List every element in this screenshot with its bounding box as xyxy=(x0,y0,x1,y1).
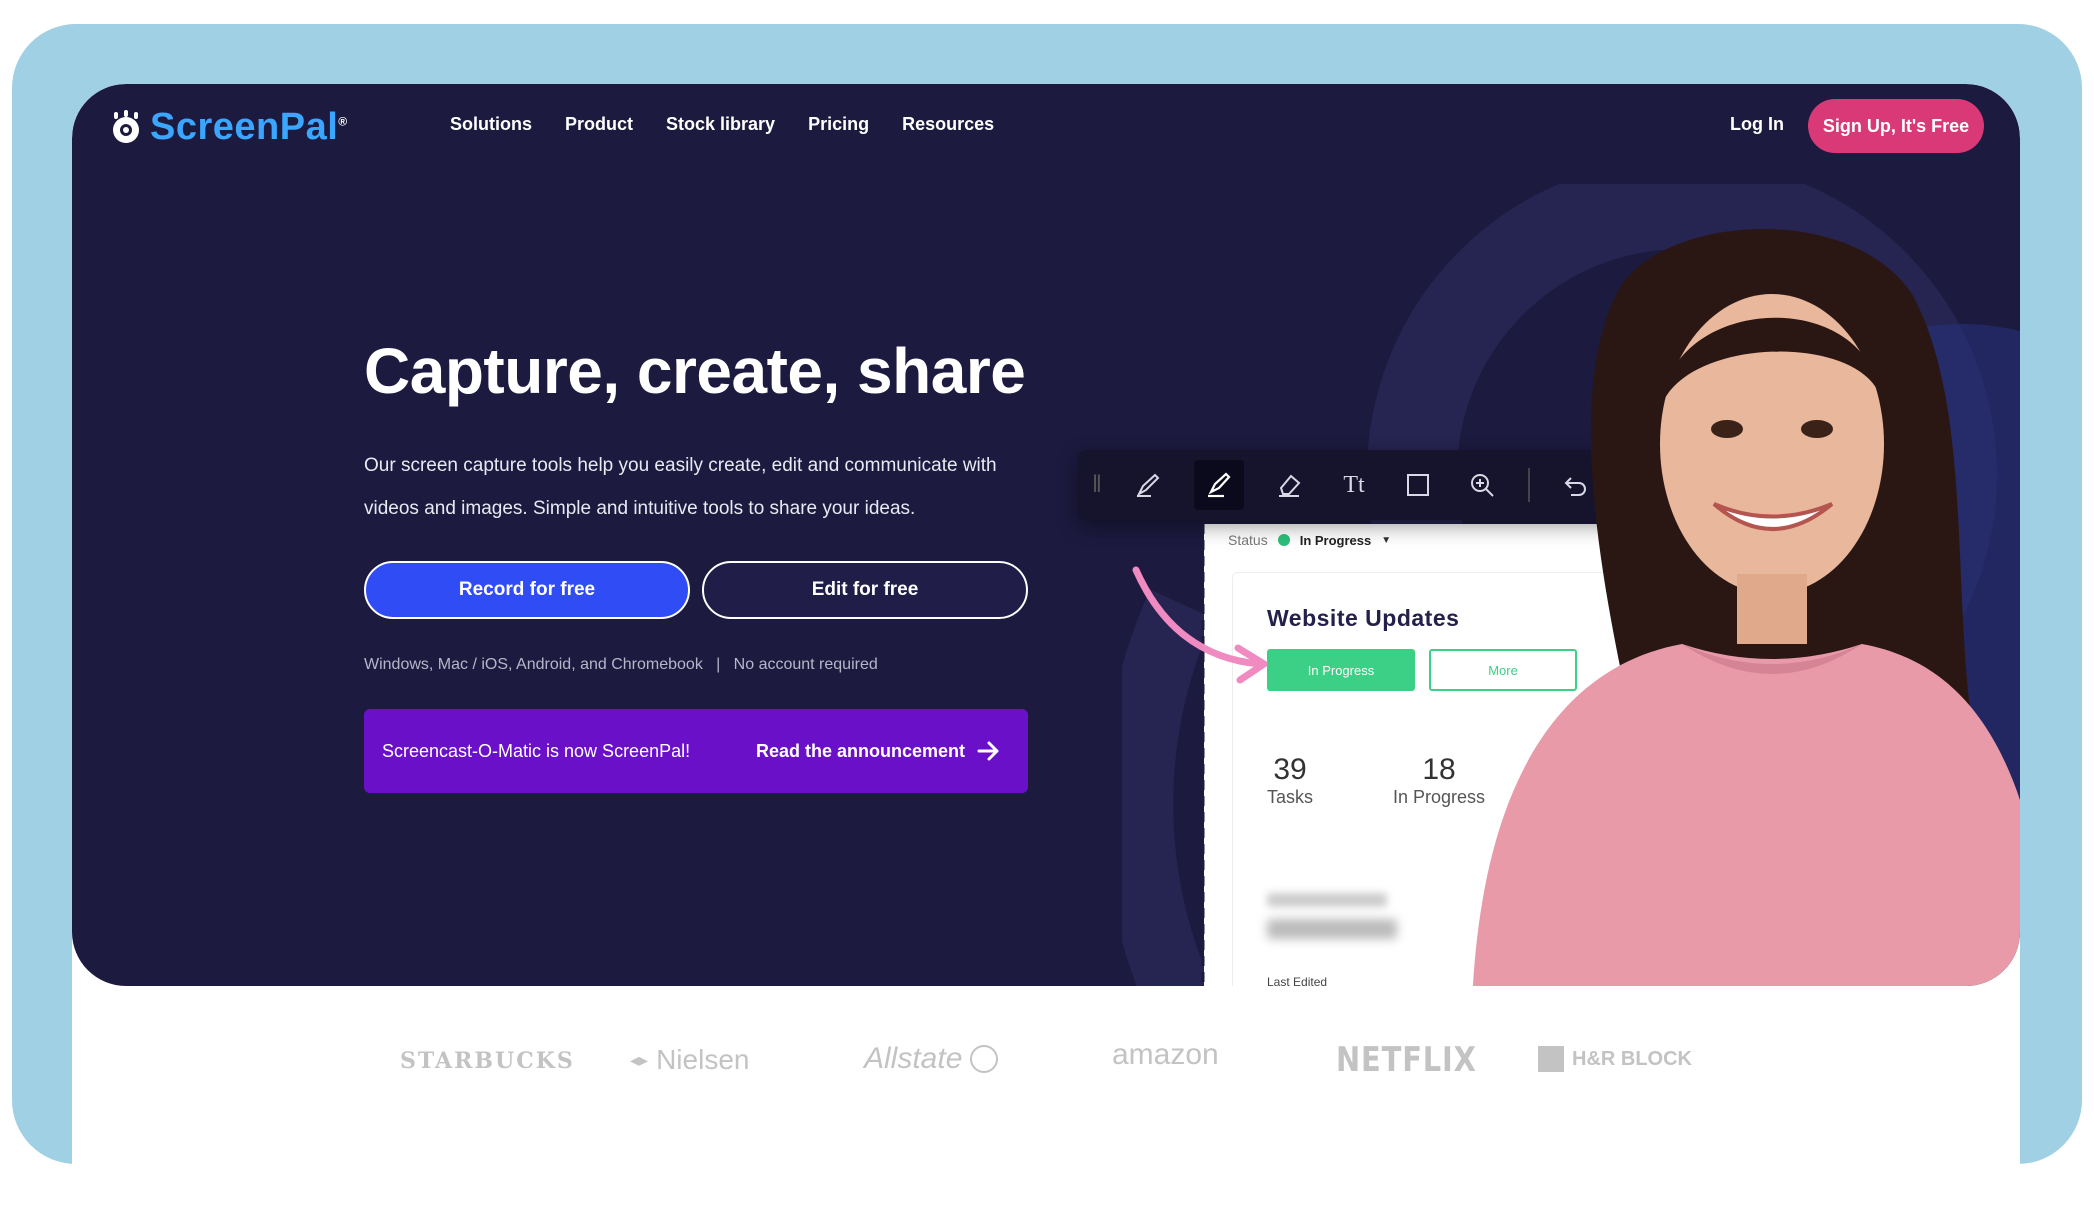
announcement-text: Screencast-O-Matic is now ScreenPal! xyxy=(382,740,691,761)
hr-block-wordmark: H&R BLOCK xyxy=(1572,1047,1692,1070)
status-value[interactable]: In Progress xyxy=(1300,533,1372,548)
partner-logos: STARBUCKS ◂▸ Nielsen Allstate amazon NET… xyxy=(72,1024,2020,1104)
pen-icon[interactable] xyxy=(1130,467,1166,503)
hero-title: Capture, create, share xyxy=(364,335,1026,407)
read-announcement-label: Read the announcement xyxy=(756,740,966,761)
read-announcement-link[interactable]: Read the announcement xyxy=(756,741,1001,762)
allstate-logo: Allstate xyxy=(864,1042,999,1076)
page: ScreenPal® Solutions Product Stock libra… xyxy=(72,84,2020,1164)
smiling-woman-photo xyxy=(1473,229,2020,986)
blurred-text xyxy=(1267,919,1397,939)
login-link[interactable]: Log In xyxy=(1730,114,1784,135)
hero-subtitle: Our screen capture tools help you easily… xyxy=(364,455,997,519)
starbucks-logo: STARBUCKS xyxy=(400,1048,575,1074)
nielsen-logo: ◂▸ Nielsen xyxy=(630,1044,749,1076)
stat-value: 39 xyxy=(1273,753,1307,786)
status-row: Status In Progress ▼ xyxy=(1228,532,1391,548)
hr-block-logo: H&R BLOCK xyxy=(1538,1046,1692,1072)
nav-item-stock-library[interactable]: Stock library xyxy=(666,114,775,135)
nav-item-solutions[interactable]: Solutions xyxy=(450,114,532,135)
platforms-text: Windows, Mac / iOS, Android, and Chromeb… xyxy=(364,656,703,673)
allstate-hands-icon xyxy=(970,1045,999,1073)
nielsen-wordmark: Nielsen xyxy=(656,1044,750,1075)
last-edited-label: Last Edited xyxy=(1267,975,1328,986)
nielsen-mark-icon: ◂▸ xyxy=(630,1049,649,1070)
rectangle-icon[interactable] xyxy=(1400,467,1436,503)
stat-label: Tasks xyxy=(1267,787,1314,807)
screenpal-logo-icon xyxy=(113,109,139,143)
card-title: Website Updates xyxy=(1267,605,1460,631)
separator: | xyxy=(707,656,730,673)
pink-arrow-annotation xyxy=(1132,566,1268,684)
in-progress-pill[interactable]: In Progress xyxy=(1267,649,1415,691)
platforms-note: Windows, Mac / iOS, Android, and Chromeb… xyxy=(364,656,878,674)
allstate-wordmark: Allstate xyxy=(864,1042,963,1075)
announcement-banner: Screencast-O-Matic is now ScreenPal! Rea… xyxy=(364,709,1028,793)
signup-button[interactable]: Sign Up, It's Free xyxy=(1808,99,1984,153)
no-account-text: No account required xyxy=(733,656,878,673)
nav-item-pricing[interactable]: Pricing xyxy=(808,114,869,135)
record-for-free-button[interactable]: Record for free xyxy=(364,561,690,619)
arrow-right-icon xyxy=(977,741,999,761)
hero-section: ScreenPal® Solutions Product Stock libra… xyxy=(72,84,2020,986)
status-dot xyxy=(1277,534,1290,546)
highlighter-icon[interactable] xyxy=(1194,460,1244,510)
nav-item-product[interactable]: Product xyxy=(565,114,633,135)
text-icon[interactable]: Tt xyxy=(1336,467,1372,503)
chevron-down-icon[interactable]: ▼ xyxy=(1381,535,1391,546)
brand-name: ScreenPal® xyxy=(150,106,348,148)
drag-handle-icon[interactable]: ‖ xyxy=(1092,467,1102,503)
top-nav: ScreenPal® Solutions Product Stock libra… xyxy=(72,84,2020,168)
edit-for-free-button[interactable]: Edit for free xyxy=(702,561,1028,619)
screenpal-logo[interactable]: ScreenPal® xyxy=(108,106,348,149)
eraser-icon[interactable] xyxy=(1272,467,1308,503)
amazon-logo: amazon xyxy=(1112,1038,1219,1071)
nav-links: Solutions Product Stock library Pricing … xyxy=(450,114,994,135)
status-label: Status xyxy=(1228,532,1268,548)
nav-item-resources[interactable]: Resources xyxy=(902,114,994,135)
stat-tasks: 39 Tasks xyxy=(1267,753,1313,808)
hr-block-square-icon xyxy=(1538,1046,1564,1072)
blurred-text xyxy=(1267,893,1387,907)
netflix-logo: NETFLIX xyxy=(1336,1040,1477,1080)
